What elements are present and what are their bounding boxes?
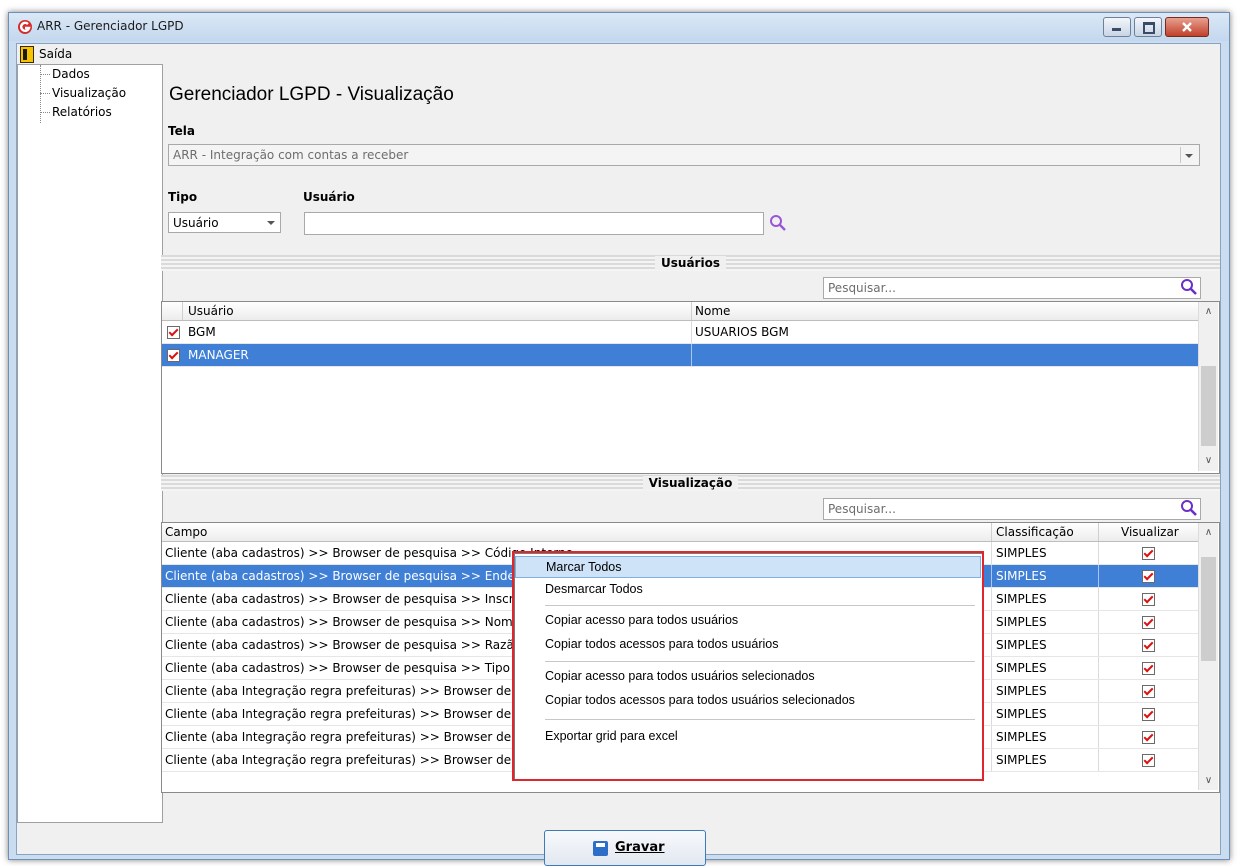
visualizacao-grid-header: Campo Classificação Visualizar xyxy=(162,523,1199,542)
cell-nome: USUARIOS BGM xyxy=(695,325,789,339)
tipo-label: Tipo xyxy=(168,190,198,204)
col-classificacao[interactable]: Classificação xyxy=(996,525,1074,539)
visualizar-checkbox[interactable] xyxy=(1142,570,1155,583)
visualizacao-search-input[interactable]: Pesquisar... xyxy=(823,498,1201,520)
visualizacao-title: Visualização xyxy=(642,476,739,490)
cell-classificacao: SIMPLES xyxy=(996,615,1047,629)
usuarios-scrollbar[interactable]: ∧ ∨ xyxy=(1198,302,1218,471)
cell-usuario: MANAGER xyxy=(188,348,249,362)
visualizar-checkbox[interactable] xyxy=(1142,547,1155,560)
menu-bar: Saída xyxy=(17,44,1220,64)
cell-classificacao: SIMPLES xyxy=(996,592,1047,606)
search-icon[interactable] xyxy=(1180,278,1198,296)
visualizar-checkbox[interactable] xyxy=(1142,616,1155,629)
tree-item-dados[interactable]: Dados xyxy=(52,67,90,81)
gravar-label: Gravar xyxy=(615,840,665,855)
tree-connector xyxy=(40,93,50,95)
cell-classificacao: SIMPLES xyxy=(996,753,1047,767)
col-visualizar[interactable]: Visualizar xyxy=(1121,525,1179,539)
scroll-thumb[interactable] xyxy=(1201,366,1216,446)
cell-classificacao: SIMPLES xyxy=(996,730,1047,744)
tela-value: ARR - Integração com contas a receber xyxy=(173,148,409,162)
visualizar-checkbox[interactable] xyxy=(1142,708,1155,721)
menu-saida[interactable]: Saída xyxy=(39,47,72,61)
navigation-tree: Dados Visualização Relatórios xyxy=(17,64,163,823)
exit-door-icon xyxy=(20,46,34,63)
search-icon[interactable] xyxy=(1180,499,1198,517)
tipo-value: Usuário xyxy=(173,216,219,230)
col-campo[interactable]: Campo xyxy=(165,525,207,539)
scroll-up-icon[interactable]: ∧ xyxy=(1200,303,1217,320)
tela-select[interactable]: ARR - Integração com contas a receber xyxy=(168,144,1200,166)
usuarios-title: Usuários xyxy=(655,256,726,270)
scroll-up-icon[interactable]: ∧ xyxy=(1200,524,1217,541)
row-checkbox[interactable] xyxy=(167,326,180,339)
scroll-down-icon[interactable]: ∨ xyxy=(1200,772,1217,789)
visualizar-checkbox[interactable] xyxy=(1142,685,1155,698)
highlight-frame xyxy=(512,551,984,781)
close-icon xyxy=(1182,22,1192,32)
usuarios-grid: Usuário Nome BGM USUARIOS BGM MANAGER ∧ xyxy=(161,301,1220,474)
cell-classificacao: SIMPLES xyxy=(996,661,1047,675)
cell-classificacao: SIMPLES xyxy=(996,638,1047,652)
scroll-thumb[interactable] xyxy=(1201,557,1216,661)
tree-connector xyxy=(40,74,50,76)
col-nome[interactable]: Nome xyxy=(695,304,730,318)
visualizacao-scrollbar[interactable]: ∧ ∨ xyxy=(1198,523,1218,790)
minimize-button[interactable] xyxy=(1103,17,1131,37)
cell-classificacao: SIMPLES xyxy=(996,684,1047,698)
page-title: Gerenciador LGPD - Visualização xyxy=(169,84,454,105)
chevron-down-icon xyxy=(1180,147,1197,163)
window-title: ARR - Gerenciador LGPD xyxy=(37,19,184,33)
search-icon[interactable] xyxy=(769,214,787,232)
visualizar-checkbox[interactable] xyxy=(1142,662,1155,675)
usuarios-section-header: Usuários xyxy=(161,255,1220,271)
tela-label: Tela xyxy=(168,124,195,138)
usuarios-search-input[interactable]: Pesquisar... xyxy=(823,277,1201,299)
visualizar-checkbox[interactable] xyxy=(1142,593,1155,606)
chevron-down-icon xyxy=(263,214,279,230)
close-button[interactable] xyxy=(1165,17,1209,37)
visualizacao-section-header: Visualização xyxy=(161,475,1220,491)
cell-classificacao: SIMPLES xyxy=(996,707,1047,721)
tree-connector xyxy=(40,112,50,114)
gravar-button[interactable]: Gravar xyxy=(544,830,706,866)
visualizar-checkbox[interactable] xyxy=(1142,754,1155,767)
usuarios-search-placeholder: Pesquisar... xyxy=(828,281,896,295)
col-usuario[interactable]: Usuário xyxy=(188,304,234,318)
usuarios-grid-header: Usuário Nome xyxy=(162,302,1199,321)
save-icon xyxy=(593,841,608,856)
scroll-down-icon[interactable]: ∨ xyxy=(1200,452,1217,469)
visualizacao-search-placeholder: Pesquisar... xyxy=(828,502,896,516)
table-row[interactable]: BGM USUARIOS BGM xyxy=(162,321,1198,344)
cell-usuario: BGM xyxy=(188,325,216,339)
row-checkbox[interactable] xyxy=(167,349,180,362)
tree-item-relatorios[interactable]: Relatórios xyxy=(52,105,112,119)
tree-item-visualizacao[interactable]: Visualização xyxy=(52,86,126,100)
usuario-label: Usuário xyxy=(303,190,355,204)
cell-classificacao: SIMPLES xyxy=(996,569,1047,583)
app-logo-icon xyxy=(18,20,32,34)
title-bar: ARR - Gerenciador LGPD xyxy=(9,13,1229,41)
cell-classificacao: SIMPLES xyxy=(996,546,1047,560)
usuario-input[interactable] xyxy=(304,212,764,235)
tipo-select[interactable]: Usuário xyxy=(168,212,281,233)
visualizar-checkbox[interactable] xyxy=(1142,639,1155,652)
maximize-button[interactable] xyxy=(1134,17,1162,37)
table-row[interactable]: MANAGER xyxy=(162,344,1198,367)
visualizar-checkbox[interactable] xyxy=(1142,731,1155,744)
